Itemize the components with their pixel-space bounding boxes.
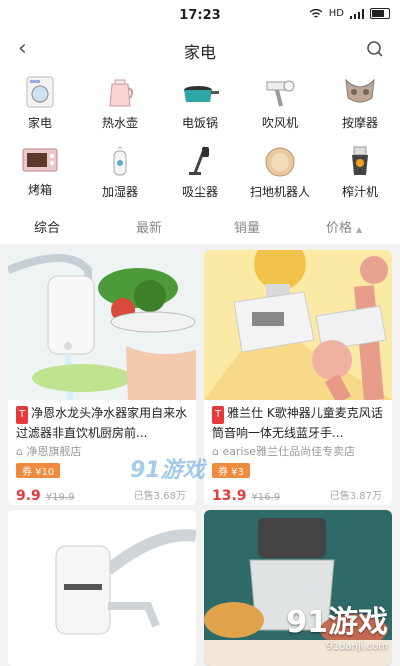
sort-arrows-icon: ▲ xyxy=(356,225,363,234)
status-bar: 17:23 HD xyxy=(0,0,400,30)
price-current: 9.9 xyxy=(16,488,41,504)
category-item[interactable]: 烤箱 xyxy=(0,137,80,206)
category-item[interactable]: 电饭锅 xyxy=(160,68,240,137)
washing-machine-icon xyxy=(26,76,54,108)
shop-name: ⌂ earise雅兰仕品尚佳专卖店 xyxy=(212,445,356,458)
sold-count: 已售3.68万 xyxy=(133,491,186,502)
robot-vacuum-icon xyxy=(265,147,295,177)
product-card[interactable]: T 雅兰仕 K歌神器儿童麦克风话筒音响一体无线蓝牙手... ⌂ earise雅兰仕… xyxy=(204,250,392,505)
category-item[interactable]: 热水壶 xyxy=(80,68,160,137)
tab-sales[interactable]: 销量 xyxy=(234,217,260,236)
wifi-icon xyxy=(309,8,323,18)
status-icons: HD xyxy=(309,8,390,19)
price-original: ¥16.9 xyxy=(251,492,281,503)
oven-icon xyxy=(22,148,58,172)
product-image xyxy=(204,250,392,404)
tmall-badge: T xyxy=(16,406,29,424)
search-icon[interactable] xyxy=(366,40,384,58)
kettle-icon xyxy=(109,79,134,107)
juicer-icon xyxy=(352,146,368,175)
product-card[interactable] xyxy=(8,510,196,666)
price-row: 13.9 ¥16.9 已售3.87万 xyxy=(204,479,392,505)
category-item[interactable]: 扫地机器人 xyxy=(240,137,320,206)
category-item[interactable]: 家电 xyxy=(0,68,80,137)
signal-icon xyxy=(350,8,364,19)
tab-price[interactable]: 价格 ▲ xyxy=(326,217,362,236)
hair-dryer-icon xyxy=(266,80,295,107)
category-item[interactable]: 加湿器 xyxy=(80,137,160,206)
coupon-badge[interactable]: 券 ¥10 xyxy=(16,463,61,478)
category-grid: 家电 热水壶 电饭锅 吹风机 按摩器 烤箱 加湿器 吸尘器 扫地机器人 榨汁机 xyxy=(0,68,400,206)
massager-icon xyxy=(345,78,375,103)
price-current: 13.9 xyxy=(212,488,247,504)
network-label: HD xyxy=(328,8,344,19)
page-title: 家电 xyxy=(183,43,216,62)
rice-cooker-icon xyxy=(184,86,219,102)
product-title: T 净恩水龙头净水器家用自来水过滤器非直饮机厨房前... xyxy=(16,406,188,440)
sold-count: 已售3.87万 xyxy=(329,491,382,502)
shop-icon: ⌂ xyxy=(212,445,223,458)
price-original: ¥19.9 xyxy=(45,492,75,503)
tab-comprehensive[interactable]: 综合 xyxy=(34,217,60,236)
category-item[interactable]: 吹风机 xyxy=(240,68,320,137)
category-item[interactable]: 按摩器 xyxy=(320,68,400,137)
tab-price-label: 价格 xyxy=(326,221,353,236)
nav-header: ‹ 家电 xyxy=(0,30,400,68)
tab-newest[interactable]: 最新 xyxy=(136,217,162,236)
category-item[interactable]: 榨汁机 xyxy=(320,137,400,206)
watermark-corner: 91游戏 91danji.com xyxy=(286,605,388,652)
vacuum-icon xyxy=(189,146,209,175)
battery-icon xyxy=(370,8,390,19)
product-title: T 雅兰仕 K歌神器儿童麦克风话筒音响一体无线蓝牙手... xyxy=(212,406,383,440)
product-image xyxy=(8,250,196,401)
watermark-logo: 91游戏 xyxy=(130,458,205,483)
shop-icon: ⌂ xyxy=(16,445,27,458)
humidifier-icon xyxy=(113,146,127,176)
coupon-badge[interactable]: 券 ¥3 xyxy=(212,463,250,478)
tmall-badge: T xyxy=(212,406,225,424)
product-image xyxy=(8,510,196,666)
sort-bar: 综合 最新 销量 价格 ▲ xyxy=(0,206,400,244)
category-item[interactable]: 吸尘器 xyxy=(160,137,240,206)
